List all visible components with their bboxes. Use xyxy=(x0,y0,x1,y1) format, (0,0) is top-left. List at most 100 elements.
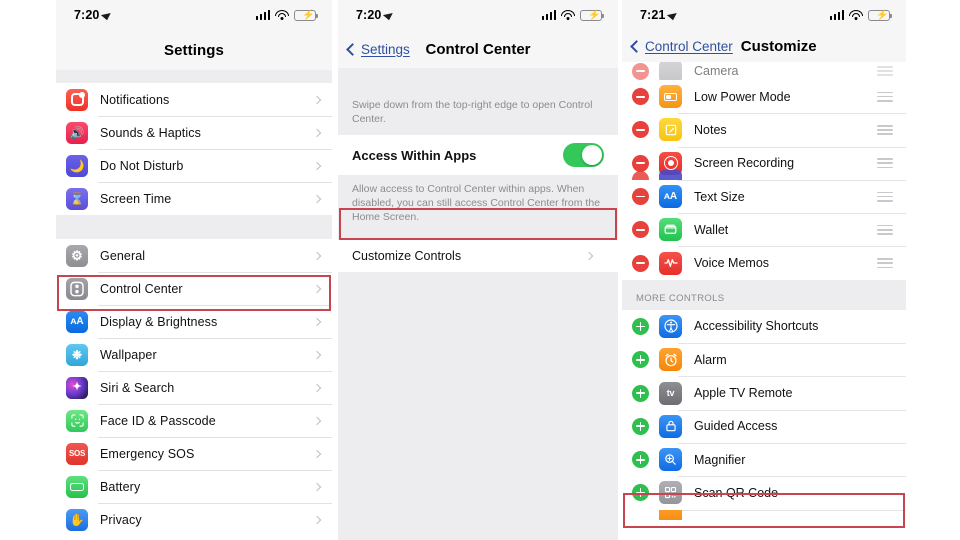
nav-bar: Settings xyxy=(56,30,332,70)
cellular-signal-icon xyxy=(255,10,270,20)
list-item-magnifier[interactable]: Magnifier xyxy=(622,442,906,477)
list-item-guided-access[interactable]: Guided Access xyxy=(622,409,906,443)
sidebar-item-screen-time[interactable]: ⌛ Screen Time xyxy=(56,182,332,215)
list-item-notes[interactable]: Notes xyxy=(622,113,906,147)
list-item-apple-tv-remote[interactable]: tv Apple TV Remote xyxy=(622,376,906,410)
more-controls-list: Accessibility Shortcuts Alarm tv Apple T… xyxy=(622,309,906,520)
access-within-apps-toggle[interactable] xyxy=(563,143,604,167)
list-item-text-size[interactable]: ᴀA Text Size xyxy=(622,169,906,214)
chevron-right-icon xyxy=(312,284,322,293)
cellular-signal-icon xyxy=(541,10,556,20)
face-id-icon xyxy=(66,409,88,432)
status-time: 7:21 xyxy=(640,8,680,22)
list-item-partial[interactable] xyxy=(622,509,906,520)
notifications-icon xyxy=(66,88,88,111)
chevron-right-icon xyxy=(312,251,322,260)
add-badge-icon[interactable] xyxy=(632,451,649,469)
remove-badge-icon[interactable] xyxy=(632,188,649,206)
status-indicators: ⚡ xyxy=(541,9,605,21)
wifi-icon xyxy=(561,9,575,21)
sidebar-item-face-id-passcode[interactable]: Face ID & Passcode xyxy=(56,404,332,437)
remove-badge-icon[interactable] xyxy=(632,121,649,139)
remove-badge-icon[interactable] xyxy=(632,154,649,172)
status-indicators: ⚡ xyxy=(255,9,319,21)
back-button[interactable]: Control Center xyxy=(630,38,733,54)
list-item-camera[interactable]: Camera xyxy=(622,62,906,80)
sidebar-item-sounds-haptics[interactable]: 🔊 Sounds & Haptics xyxy=(56,116,332,149)
add-badge-icon[interactable] xyxy=(632,484,649,502)
list-item-low-power-mode[interactable]: Low Power Mode xyxy=(622,80,906,114)
row-label: Screen Time xyxy=(100,191,172,206)
list-item-accessibility-shortcuts[interactable]: Accessibility Shortcuts xyxy=(622,309,906,344)
sidebar-item-emergency-sos[interactable]: SOS Emergency SOS xyxy=(56,437,332,470)
row-label: Notifications xyxy=(100,92,170,107)
wifi-icon xyxy=(849,9,863,21)
back-button-label: Settings xyxy=(361,41,410,57)
remove-badge-icon[interactable] xyxy=(632,254,649,272)
customize-controls-row[interactable]: Customize Controls xyxy=(338,240,618,272)
row-label: General xyxy=(100,248,146,263)
row-label: Control Center xyxy=(100,281,183,296)
chevron-right-icon xyxy=(584,251,594,261)
back-button[interactable]: Settings xyxy=(346,41,410,57)
list-item-voice-memos[interactable]: Voice Memos xyxy=(622,246,906,280)
bottom-footnote: Allow access to Control Center within ap… xyxy=(338,175,618,236)
add-badge-icon[interactable] xyxy=(632,384,649,402)
battery-charging-icon: ⚡ xyxy=(868,9,893,21)
battery-charging-icon: ⚡ xyxy=(580,9,605,21)
wallet-icon xyxy=(659,218,682,242)
drag-handle[interactable] xyxy=(877,91,893,102)
row-label: Display & Brightness xyxy=(100,314,218,329)
drag-handle[interactable] xyxy=(877,258,893,269)
sidebar-item-wallpaper[interactable]: ❉ Wallpaper xyxy=(56,338,332,371)
add-badge-icon[interactable] xyxy=(632,417,649,435)
remove-badge-icon[interactable] xyxy=(632,88,649,106)
status-time-text: 7:21 xyxy=(640,8,666,22)
phone-panel-settings: 7:20 ⚡ Settings Notifications 🔊 Sounds &… xyxy=(56,0,332,540)
chevron-right-icon xyxy=(312,449,322,458)
cellular-signal-icon xyxy=(829,10,844,20)
status-bar: 7:20 ⚡ xyxy=(56,0,332,30)
list-item-alarm[interactable]: Alarm xyxy=(622,343,906,377)
sidebar-item-general[interactable]: ⚙ General xyxy=(56,239,332,272)
row-label: Text Size xyxy=(694,189,745,204)
add-badge-icon[interactable] xyxy=(632,351,649,369)
location-arrow-icon xyxy=(383,9,396,21)
sidebar-item-siri-search[interactable]: ✦ Siri & Search xyxy=(56,371,332,404)
included-controls-list: Low Power Mode Notes Screen Recording ᴀA… xyxy=(622,80,906,280)
sidebar-item-control-center[interactable]: Control Center xyxy=(56,272,332,305)
row-label: Privacy xyxy=(100,512,142,527)
sidebar-item-display-brightness[interactable]: ᴀA Display & Brightness xyxy=(56,305,332,338)
list-item-wallet[interactable]: Wallet xyxy=(622,213,906,247)
camera-icon xyxy=(659,62,682,80)
sidebar-item-notifications[interactable]: Notifications xyxy=(56,83,332,116)
list-item-scan-qr-code[interactable]: Scan QR Code xyxy=(622,476,906,510)
magnifier-icon xyxy=(659,448,682,472)
settings-group-1: Notifications 🔊 Sounds & Haptics 🌙 Do No… xyxy=(56,83,332,215)
wallpaper-icon: ❉ xyxy=(66,343,88,366)
chevron-right-icon xyxy=(312,194,322,203)
add-badge-icon[interactable] xyxy=(632,317,649,335)
status-time-text: 7:20 xyxy=(74,8,100,22)
back-button-label: Control Center xyxy=(645,38,733,54)
drag-handle[interactable] xyxy=(877,66,893,76)
row-label: Alarm xyxy=(694,352,727,367)
access-within-apps-row[interactable]: Access Within Apps xyxy=(338,135,618,175)
chevron-right-icon xyxy=(312,482,322,491)
apple-tv-remote-icon: tv xyxy=(659,381,682,405)
row-label: Emergency SOS xyxy=(100,446,195,461)
sidebar-item-do-not-disturb[interactable]: 🌙 Do Not Disturb xyxy=(56,149,332,182)
remove-badge-icon[interactable] xyxy=(632,221,649,239)
drag-handle[interactable] xyxy=(877,191,893,202)
drag-handle[interactable] xyxy=(877,124,893,135)
privacy-hand-icon: ✋ xyxy=(66,508,88,531)
wifi-icon xyxy=(275,9,289,21)
drag-handle[interactable] xyxy=(877,158,893,169)
row-label: Magnifier xyxy=(694,452,746,467)
do-not-disturb-icon: 🌙 xyxy=(66,154,88,177)
remove-badge-icon[interactable] xyxy=(632,62,649,80)
sidebar-item-privacy[interactable]: ✋ Privacy xyxy=(56,503,332,536)
drag-handle[interactable] xyxy=(877,224,893,235)
sidebar-item-battery[interactable]: Battery xyxy=(56,470,332,503)
phone-panel-control-center: 7:20 ⚡ Settings Control Center Swipe dow… xyxy=(338,0,618,540)
